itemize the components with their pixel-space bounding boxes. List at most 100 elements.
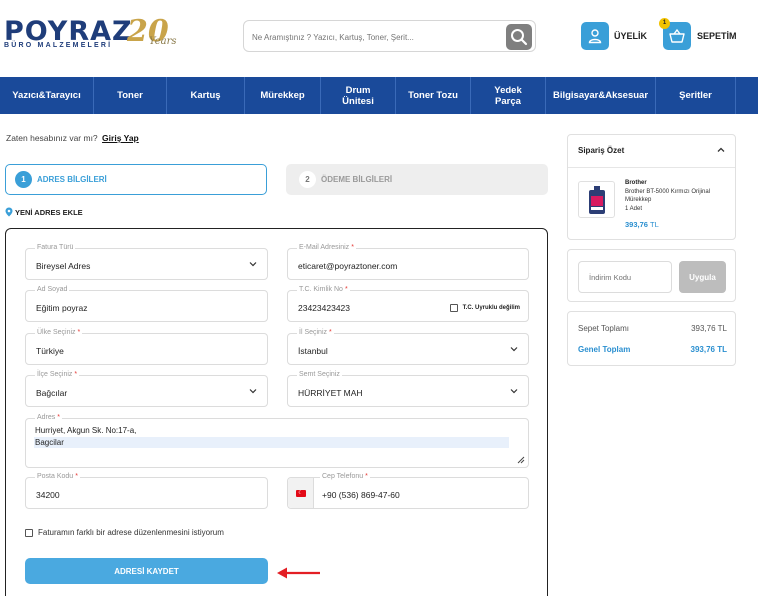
nav-item-toner-tozu[interactable]: Toner Tozu <box>396 77 471 114</box>
basket-icon <box>669 28 685 43</box>
turkey-flag-icon: ☾ <box>295 489 306 497</box>
product-price: 393,76 TL <box>625 220 659 229</box>
full-name-field[interactable]: Ad Soyad Eğitim poyraz <box>25 286 268 322</box>
nav-item-drum[interactable]: Drum Ünitesi <box>321 77 396 114</box>
subtotal-value: 393,76 TL <box>691 324 727 333</box>
field-value: 23423423423 <box>298 303 351 313</box>
mobile-phone-field[interactable]: ☾ Cep Telefonu * +90 (536) 869-47-60 <box>287 473 529 509</box>
cart-icon-box: 1 <box>659 18 691 50</box>
nav-item-kartus[interactable]: Kartuş <box>167 77 245 114</box>
login-prompt-text: Zaten hesabınız var mı? <box>6 133 98 143</box>
checkbox-box[interactable] <box>449 304 458 312</box>
search-input[interactable] <box>252 27 502 47</box>
address-line-1: Hurriyet, Akgun Sk. No:17-a, <box>35 426 137 435</box>
account-label: ÜYELİK <box>614 31 648 41</box>
step-number: 2 <box>299 171 316 188</box>
login-prompt: Zaten hesabınız var mı? Giriş Yap <box>6 133 139 143</box>
cart-label: SEPETİM <box>697 31 737 41</box>
login-link[interactable]: Giriş Yap <box>102 133 139 143</box>
divider <box>568 167 735 168</box>
account-link[interactable]: ÜYELİK <box>581 22 647 50</box>
step-payment[interactable]: 2 ÖDEME BİLGİLERİ <box>286 164 548 195</box>
cart-link[interactable]: 1 SEPETİM <box>659 18 737 50</box>
nav-item-murekkep[interactable]: Mürekkep <box>245 77 321 114</box>
chevron-down-icon <box>249 389 257 394</box>
nav-item-seritler[interactable]: Şeritler <box>656 77 736 114</box>
product-brand: Brother <box>625 180 647 186</box>
field-label: Fatura Türü <box>35 244 76 251</box>
cart-count-badge: 1 <box>659 18 670 29</box>
field-label: Ülke Seçiniz * <box>35 329 83 336</box>
grand-total-row: Genel Toplam 393,76 TL <box>578 345 727 354</box>
checkbox-label: Faturamın farklı bir adrese düzenlenmesi… <box>38 528 224 537</box>
field-value: eticaret@poyraztoner.com <box>298 261 398 271</box>
field-value: 34200 <box>36 490 60 500</box>
field-label: Cep Telefonu * <box>320 473 370 480</box>
email-field[interactable]: E-Mail Adresiniz * eticaret@poyraztoner.c… <box>287 244 529 280</box>
field-value: Bireysel Adres <box>36 261 91 271</box>
order-summary: Sipariş Özet Brother Brother BT-5000 Kır… <box>567 134 736 240</box>
field-value: Eğitim poyraz <box>36 303 88 313</box>
field-label: Semt Seçiniz <box>297 371 342 378</box>
step-number: 1 <box>15 171 32 188</box>
logo-anniversary-sub: Years <box>149 36 177 47</box>
field-label: E-Mail Adresiniz * <box>297 244 356 251</box>
country-flag-selector[interactable]: ☾ <box>288 478 314 508</box>
arrow-left-icon <box>277 567 320 579</box>
field-value: Türkiye <box>36 346 64 356</box>
checkbox-label: T.C. Uyruklu değilim <box>462 305 520 311</box>
step-address[interactable]: 1 ADRES BİLGİLERİ <box>5 164 267 195</box>
step-label: ÖDEME BİLGİLERİ <box>321 175 393 184</box>
address-textarea[interactable]: Adres * Hurriyet, Akgun Sk. No:17-a, Bagc… <box>25 414 529 468</box>
subtotal-row: Sepet Toplamı 393,76 TL <box>578 324 727 333</box>
address-line-2: Bagcilar <box>34 437 509 448</box>
product-thumbnail[interactable] <box>578 181 615 218</box>
chevron-down-icon <box>510 347 518 352</box>
chevron-down-icon <box>249 262 257 267</box>
new-address-label: YENİ ADRES EKLE <box>15 207 83 217</box>
coupon-box: Uygula <box>567 249 736 302</box>
search-bar <box>243 20 536 52</box>
account-icon-box <box>581 22 609 50</box>
ink-bottle-icon <box>588 185 605 214</box>
nav-overflow <box>736 77 758 114</box>
resize-handle-icon[interactable] <box>517 456 525 464</box>
address-form: Fatura Türü Bireysel Adres E-Mail Adresi… <box>5 228 548 596</box>
header: POYRAZ BÜRO MALZEMELERİ 20 Years ÜYELİK … <box>0 0 758 77</box>
subtotal-label: Sepet Toplamı <box>578 324 629 333</box>
search-button[interactable] <box>506 24 532 50</box>
nav-item-toner[interactable]: Toner <box>94 77 167 114</box>
not-turkish-citizen-checkbox[interactable]: T.C. Uyruklu değilim <box>449 304 520 312</box>
logo[interactable]: POYRAZ BÜRO MALZEMELERİ 20 Years <box>4 14 177 54</box>
totals-box: Sepet Toplamı 393,76 TL Genel Toplam 393… <box>567 311 736 366</box>
apply-coupon-button[interactable]: Uygula <box>679 261 726 293</box>
nav-item-yazici[interactable]: Yazıcı&Tarayıcı <box>0 77 94 114</box>
city-select[interactable]: İl Seçiniz * İstanbul <box>287 329 529 365</box>
logo-subtitle: BÜRO MALZEMELERİ <box>4 42 113 49</box>
chevron-down-icon <box>510 389 518 394</box>
search-icon <box>511 29 528 46</box>
field-label: Adres * <box>35 414 63 421</box>
location-pin-icon <box>5 207 13 217</box>
country-select[interactable]: Ülke Seçiniz * Türkiye <box>25 329 268 365</box>
order-summary-title: Sipariş Özet <box>578 146 625 155</box>
district-select[interactable]: İlçe Seçiniz * Bağcılar <box>25 371 268 407</box>
field-label: İlçe Seçiniz * <box>35 371 80 378</box>
nav-item-yedek-parca[interactable]: Yedek Parça <box>471 77 546 114</box>
invoice-type-select[interactable]: Fatura Türü Bireysel Adres <box>25 244 268 280</box>
product-quantity: 1 Adet <box>625 206 643 212</box>
new-address-heading: YENİ ADRES EKLE <box>5 207 83 217</box>
different-billing-address-checkbox[interactable]: Faturamın farklı bir adrese düzenlenmesi… <box>25 528 224 537</box>
nav-item-bilgisayar[interactable]: Bilgisayar&Aksesuar <box>546 77 656 114</box>
grand-total-label: Genel Toplam <box>578 345 631 354</box>
chevron-up-icon[interactable] <box>717 147 725 153</box>
coupon-input[interactable] <box>578 261 672 293</box>
step-label: ADRES BİLGİLERİ <box>37 175 107 184</box>
tc-id-field[interactable]: T.C. Kimlik No * 23423423423 T.C. Uyruklu… <box>287 286 529 322</box>
save-address-button[interactable]: ADRESİ KAYDET <box>25 558 268 584</box>
postal-code-field[interactable]: Posta Kodu * 34200 <box>25 473 268 509</box>
grand-total-value: 393,76 TL <box>690 345 727 354</box>
checkbox-box[interactable] <box>25 528 33 537</box>
neighborhood-select[interactable]: Semt Seçiniz HÜRRİYET MAH <box>287 371 529 407</box>
product-name: Brother BT-5000 Kırmızı Orijinal Mürekke… <box>625 189 711 203</box>
